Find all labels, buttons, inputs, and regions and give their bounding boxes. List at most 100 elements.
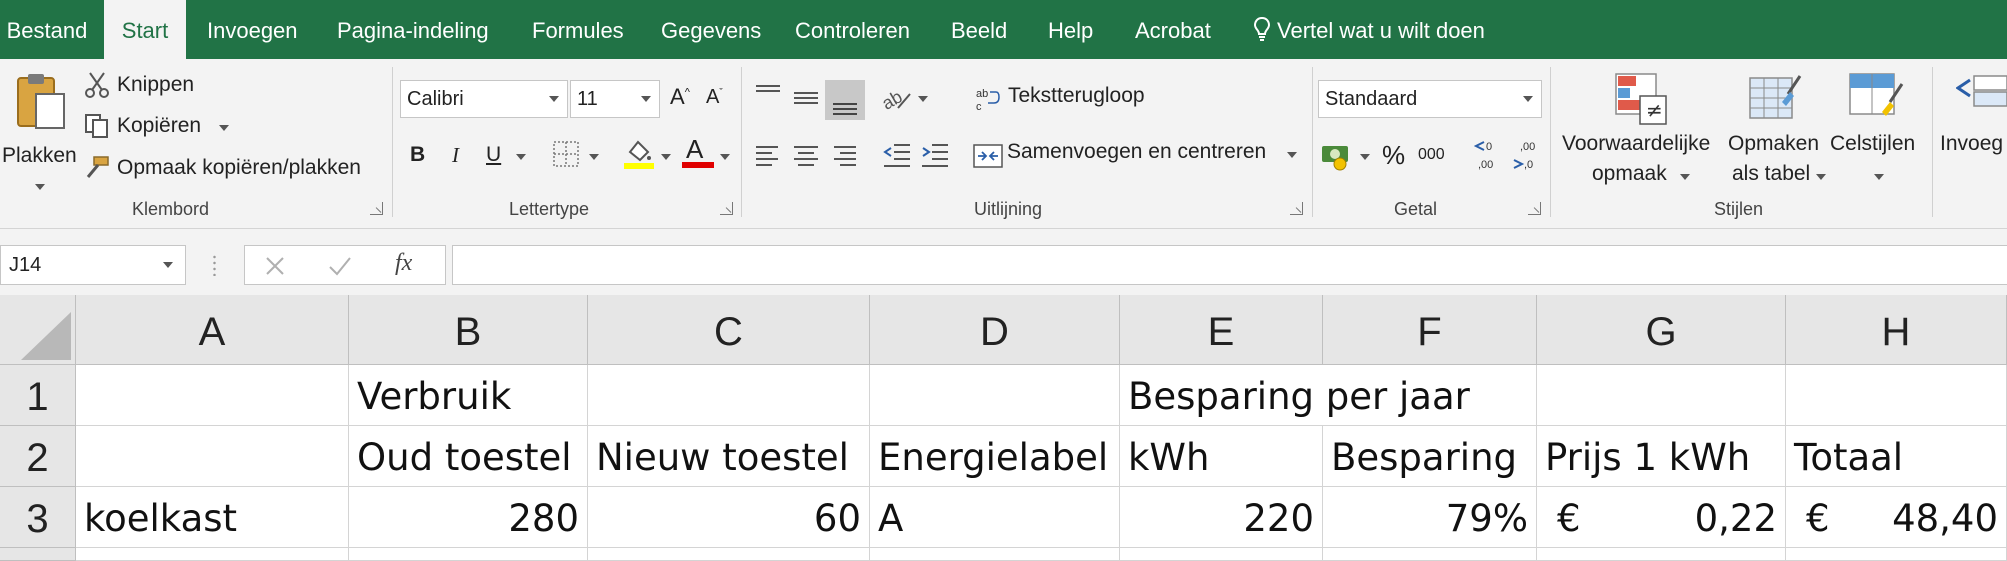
- cell-h1[interactable]: [1786, 365, 2007, 426]
- align-top-icon[interactable]: [754, 84, 782, 104]
- enter-check-icon[interactable]: [327, 254, 353, 278]
- cell-f2[interactable]: Besparing: [1323, 426, 1537, 487]
- underline-dropdown-caret[interactable]: [516, 154, 526, 160]
- cell-c2[interactable]: Nieuw toestel: [588, 426, 870, 487]
- copy-button[interactable]: Kopiëren: [117, 114, 201, 138]
- tab-beeld[interactable]: Beeld: [951, 0, 1007, 59]
- grow-font-button[interactable]: A^: [670, 84, 690, 110]
- tell-me-search[interactable]: Vertel wat u wilt doen: [1253, 0, 1485, 59]
- column-header-b[interactable]: B: [349, 295, 588, 365]
- column-header-h[interactable]: H: [1786, 295, 2007, 365]
- number-format-combo[interactable]: Standaard: [1318, 80, 1542, 118]
- cell-f3[interactable]: 79%: [1323, 487, 1537, 548]
- fill-color-dropdown-caret[interactable]: [661, 154, 671, 160]
- cell-d4[interactable]: [870, 548, 1120, 561]
- cell-c3[interactable]: 60: [588, 487, 870, 548]
- cell-h2[interactable]: Totaal: [1786, 426, 2007, 487]
- border-dropdown-caret[interactable]: [589, 154, 599, 160]
- cell-b3[interactable]: 280: [349, 487, 588, 548]
- increase-decimal-icon[interactable]: 0 ,00: [1474, 138, 1504, 174]
- column-header-c[interactable]: C: [588, 295, 870, 365]
- cell-d2[interactable]: Energielabel: [870, 426, 1120, 487]
- cell-b2[interactable]: Oud toestel: [349, 426, 588, 487]
- fill-color-icon[interactable]: [622, 136, 656, 170]
- orientation-dropdown-caret[interactable]: [918, 96, 928, 102]
- alignment-launcher-icon[interactable]: [1290, 202, 1303, 215]
- percent-style-button[interactable]: %: [1382, 140, 1405, 171]
- copy-dropdown-caret[interactable]: [219, 125, 229, 131]
- insert-function-button[interactable]: fx: [395, 250, 412, 277]
- italic-button[interactable]: I: [452, 143, 459, 168]
- cell-a2[interactable]: [76, 426, 349, 487]
- accounting-format-icon[interactable]: [1320, 140, 1354, 172]
- cell-a4[interactable]: [76, 548, 349, 561]
- comma-style-button[interactable]: 000: [1418, 146, 1445, 164]
- cell-e3[interactable]: 220: [1120, 487, 1323, 548]
- cut-button[interactable]: Knippen: [117, 73, 194, 97]
- tab-formules[interactable]: Formules: [532, 0, 624, 59]
- select-all-corner[interactable]: [0, 295, 76, 365]
- row-header-3[interactable]: 3: [0, 487, 76, 548]
- column-header-e[interactable]: E: [1120, 295, 1323, 365]
- decrease-indent-icon[interactable]: [882, 142, 912, 168]
- cell-g1[interactable]: [1537, 365, 1786, 426]
- border-icon[interactable]: [552, 140, 580, 168]
- chevron-down-icon[interactable]: [163, 262, 173, 268]
- align-center-icon[interactable]: [792, 144, 820, 168]
- align-bottom-button[interactable]: [825, 80, 865, 120]
- align-left-icon[interactable]: [754, 144, 782, 168]
- tab-pagina-indeling[interactable]: Pagina-indeling: [337, 0, 489, 59]
- decrease-decimal-icon[interactable]: ,00 ,0: [1512, 138, 1542, 174]
- row-header-4[interactable]: [0, 548, 76, 561]
- cell-c4[interactable]: [588, 548, 870, 561]
- cell-g3[interactable]: € 0,22: [1537, 487, 1786, 548]
- cell-d1[interactable]: [870, 365, 1120, 426]
- tab-help[interactable]: Help: [1048, 0, 1093, 59]
- tab-bestand[interactable]: Bestand: [0, 0, 94, 59]
- accounting-dropdown-caret[interactable]: [1360, 154, 1370, 160]
- increase-indent-icon[interactable]: [920, 142, 950, 168]
- cell-styles-button[interactable]: Celstijlen: [1830, 72, 1930, 192]
- cell-e4[interactable]: [1120, 548, 1323, 561]
- cell-b1[interactable]: Verbruik: [349, 365, 588, 426]
- paste-button[interactable]: Plakken: [2, 70, 78, 190]
- cell-h4[interactable]: [1786, 548, 2007, 561]
- font-size-combo[interactable]: 11: [570, 80, 660, 118]
- cell-g4[interactable]: [1537, 548, 1786, 561]
- column-header-a[interactable]: A: [76, 295, 349, 365]
- shrink-font-button[interactable]: Aˇ: [706, 86, 723, 109]
- cancel-icon[interactable]: [263, 254, 287, 278]
- format-painter-button[interactable]: Opmaak kopiëren/plakken: [117, 156, 361, 180]
- insert-cells-button[interactable]: Invoeg: [1938, 72, 2007, 192]
- cell-b4[interactable]: [349, 548, 588, 561]
- cell-c1[interactable]: [588, 365, 870, 426]
- cell-a1[interactable]: [76, 365, 349, 426]
- drag-handle-icon[interactable]: [213, 254, 216, 276]
- align-middle-icon[interactable]: [792, 88, 820, 108]
- tab-invoegen[interactable]: Invoegen: [207, 0, 298, 59]
- cell-a3[interactable]: koelkast: [76, 487, 349, 548]
- align-right-icon[interactable]: [830, 144, 858, 168]
- column-header-f[interactable]: F: [1323, 295, 1537, 365]
- font-color-dropdown-caret[interactable]: [720, 154, 730, 160]
- orientation-icon[interactable]: ab: [880, 84, 914, 112]
- underline-button[interactable]: U: [486, 143, 501, 167]
- column-header-d[interactable]: D: [870, 295, 1120, 365]
- column-header-g[interactable]: G: [1537, 295, 1786, 365]
- tab-controleren[interactable]: Controleren: [795, 0, 910, 59]
- row-header-1[interactable]: 1: [0, 365, 76, 426]
- conditional-formatting-button[interactable]: ≠ Voorwaardelijke opmaak: [1556, 72, 1728, 192]
- merge-dropdown-caret[interactable]: [1287, 152, 1297, 158]
- tab-start[interactable]: Start: [104, 0, 186, 59]
- cell-e2[interactable]: kWh: [1120, 426, 1323, 487]
- tab-acrobat[interactable]: Acrobat: [1135, 0, 1211, 59]
- cell-f4[interactable]: [1323, 548, 1537, 561]
- cell-h3[interactable]: € 48,40: [1786, 487, 2007, 548]
- font-color-button[interactable]: A: [682, 134, 714, 170]
- tab-gegevens[interactable]: Gegevens: [661, 0, 761, 59]
- font-name-combo[interactable]: Calibri: [400, 80, 568, 118]
- row-header-2[interactable]: 2: [0, 426, 76, 487]
- cell-d3[interactable]: A: [870, 487, 1120, 548]
- bold-button[interactable]: B: [410, 143, 425, 167]
- font-launcher-icon[interactable]: [720, 202, 733, 215]
